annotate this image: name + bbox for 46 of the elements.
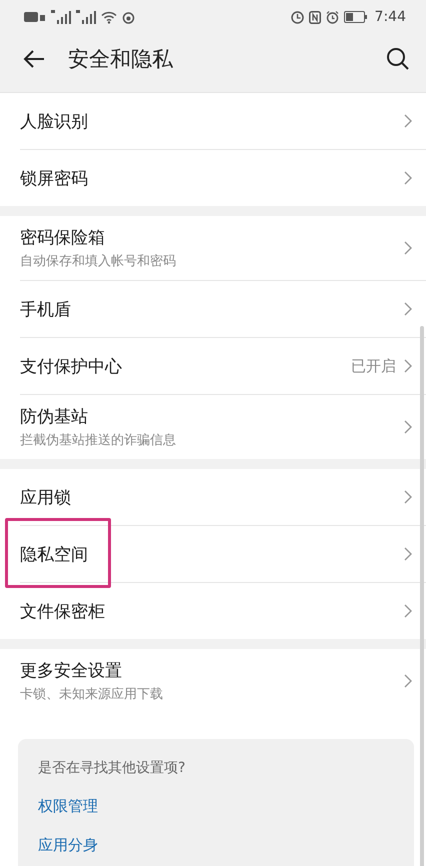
chevron-icon (404, 171, 412, 185)
chevron-icon (404, 420, 412, 434)
hd-icon (24, 11, 46, 23)
signal-icon (76, 10, 96, 24)
suggestion-link[interactable]: 权限管理 (38, 797, 394, 816)
item-title: 锁屏密码 (20, 168, 89, 190)
suggestion-link[interactable]: 应用分身 (38, 836, 394, 855)
suggestion-question: 是否在寻找其他设置项? (38, 759, 186, 777)
item-value: 已开启 (351, 356, 396, 376)
chevron-icon (404, 241, 412, 255)
nfc-icon (308, 10, 321, 24)
wifi-icon (101, 10, 117, 24)
item-title: 文件保密柜 (20, 600, 106, 622)
chevron-icon (404, 674, 412, 688)
settings-item[interactable]: 手机盾 (20, 281, 426, 338)
settings-item[interactable]: 人脸识别 (20, 93, 426, 150)
page-title: 安全和隐私 (68, 46, 174, 73)
chevron-icon (404, 490, 412, 504)
item-title: 隐私空间 (20, 544, 89, 566)
sync-icon (122, 10, 135, 24)
chevron-icon (404, 302, 412, 316)
settings-item[interactable]: 防伪基站 拦截伪基站推送的诈骗信息 (20, 395, 426, 459)
settings-item[interactable]: 密码保险箱 自动保存和填入帐号和密码 (20, 216, 426, 281)
item-subtitle: 自动保存和填入帐号和密码 (20, 253, 177, 270)
chevron-icon (404, 114, 412, 128)
item-title: 应用锁 (20, 486, 72, 508)
status-time: 7:44 (374, 9, 406, 25)
battery-icon (344, 11, 368, 23)
item-subtitle: 卡锁、未知来源应用下载 (20, 686, 164, 703)
signal-icon (51, 10, 71, 24)
settings-item[interactable]: 文件保密柜 (20, 583, 426, 639)
search-icon[interactable] (386, 47, 410, 71)
settings-item[interactable]: 锁屏密码 (20, 150, 426, 206)
item-title: 更多安全设置 (20, 660, 123, 682)
back-icon[interactable] (22, 49, 46, 69)
chevron-icon (404, 359, 412, 373)
item-title: 人脸识别 (20, 110, 89, 132)
chevron-icon (404, 604, 412, 618)
alarm-icon (326, 10, 339, 24)
item-subtitle: 拦截伪基站推送的诈骗信息 (20, 432, 177, 449)
item-title: 密码保险箱 (20, 227, 106, 249)
clock-icon (290, 10, 304, 24)
item-title: 手机盾 (20, 298, 72, 320)
chevron-icon (404, 547, 412, 561)
item-title: 支付保护中心 (20, 356, 123, 378)
item-title: 防伪基站 (20, 406, 89, 428)
